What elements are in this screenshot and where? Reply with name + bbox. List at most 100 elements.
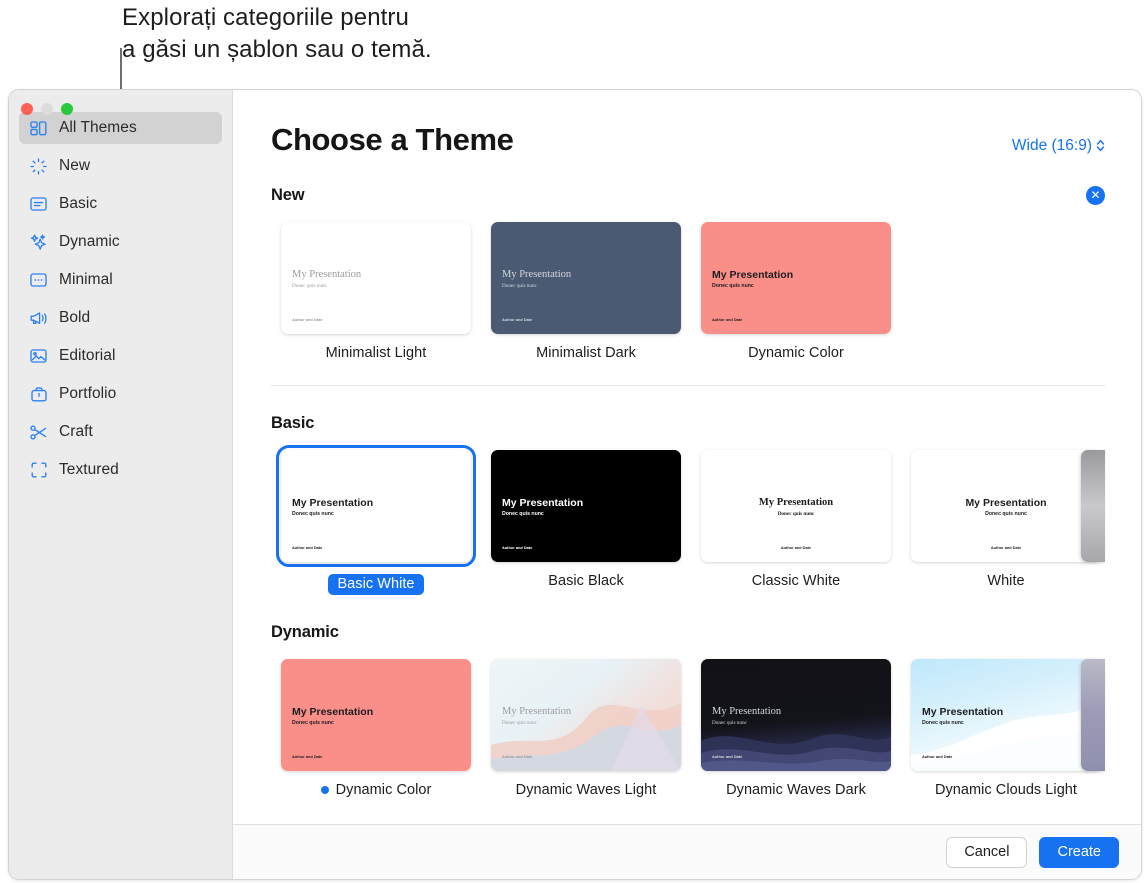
crop-frame-icon	[29, 461, 48, 480]
page-title: Choose a Theme	[271, 122, 514, 157]
section-header: Dynamic	[271, 621, 1105, 643]
megaphone-icon	[29, 309, 48, 328]
preview-subtitle: Donec quis nunc	[292, 283, 327, 289]
theme-thumbnail[interactable]: My Presentation Donec quis nunc Author and…	[491, 222, 681, 334]
rectangle-lines-icon	[29, 195, 48, 214]
theme-cell[interactable]: My Presentation Donec quis nunc Author and…	[481, 450, 691, 595]
theme-thumbnail[interactable]: My Presentation Donec quis nunc Author and…	[276, 445, 476, 567]
sidebar-item-editorial[interactable]: Editorial	[19, 340, 222, 372]
preview-footer: Author and Date	[990, 545, 1022, 550]
sidebar-item-craft[interactable]: Craft	[19, 416, 222, 448]
theme-scroll-area[interactable]: Choose a Theme Wide (16:9) New ✕ My Presen…	[233, 90, 1141, 824]
current-theme-dot-icon	[320, 786, 329, 794]
sidebar-item-portfolio[interactable]: Portfolio	[19, 378, 222, 410]
cancel-button[interactable]: Cancel	[946, 836, 1028, 868]
preview-subtitle: Donec quis nunc	[712, 283, 754, 289]
theme-preview: My Presentation Donec quis nunc Author and…	[911, 450, 1101, 562]
theme-preview: My Presentation Donec quis nunc Author and…	[701, 222, 891, 334]
sidebar-item-new[interactable]: New	[19, 150, 222, 182]
preview-footer: Author and Date	[292, 317, 323, 322]
close-window-button[interactable]	[21, 103, 33, 115]
theme-thumbnail[interactable]: My Presentation Donec quis nunc Author and…	[491, 450, 681, 562]
theme-cell[interactable]: My Presentation Donec quis nunc Author and…	[691, 450, 901, 595]
sidebar-item-label: Dynamic	[59, 233, 120, 250]
theme-cell[interactable]: My Presentation Donec quis nunc Author and…	[271, 445, 481, 595]
theme-thumbnail[interactable]: My Presentation Donec quis nunc Author and…	[911, 450, 1101, 562]
theme-cell[interactable]: My Presentation Donec quis nunc Author and…	[901, 659, 1111, 798]
theme-name-text: Dynamic Waves Light	[515, 782, 657, 798]
theme-name-text: Dynamic Color	[335, 782, 432, 798]
theme-thumbnail[interactable]: My Presentation Donec quis nunc Author and…	[281, 222, 471, 334]
content-header: Choose a Theme Wide (16:9)	[271, 90, 1141, 158]
preview-title: My Presentation	[758, 497, 834, 508]
theme-name-text: Minimalist Dark	[536, 345, 636, 361]
section-title: Dynamic	[271, 622, 339, 641]
sidebar-item-label: Craft	[59, 423, 93, 440]
theme-thumbnail[interactable]: My Presentation Donec quis nunc Author and…	[701, 222, 891, 334]
theme-browser: Choose a Theme Wide (16:9) New ✕ My Presen…	[233, 90, 1141, 879]
sidebar-item-all-themes[interactable]: All Themes	[19, 112, 222, 144]
clear-new-section-button[interactable]: ✕	[1086, 185, 1105, 205]
preview-title: My Presentation	[502, 497, 584, 509]
theme-thumbnail[interactable]: My Presentation Donec quis nunc Author and…	[491, 659, 681, 771]
theme-cell[interactable]: My Presentation Donec quis nunc Author and…	[271, 222, 481, 361]
preview-subtitle: Donec quis nunc	[292, 511, 334, 517]
dialog-footer: Cancel Create	[233, 824, 1141, 879]
preview-subtitle: Donec quis nunc	[922, 720, 964, 726]
sidebar-item-label: Portfolio	[59, 385, 117, 402]
sidebar-item-basic[interactable]: Basic	[19, 188, 222, 220]
sidebar-item-bold[interactable]: Bold	[19, 302, 222, 334]
briefcase-icon	[29, 385, 48, 404]
minimize-window-button[interactable]	[41, 103, 53, 115]
sidebar-item-minimal[interactable]: Minimal	[19, 264, 222, 296]
preview-footer: Author and Date	[292, 754, 323, 759]
category-sidebar: All Themes New Basic Dynamic Minimal Bold Edit…	[9, 90, 233, 879]
zoom-window-button[interactable]	[61, 103, 73, 115]
preview-title: My Presentation	[712, 269, 794, 281]
theme-name-text: Dynamic Color	[748, 345, 844, 361]
aspect-ratio-picker[interactable]: Wide (16:9)	[1012, 137, 1105, 155]
theme-chooser-window: All Themes New Basic Dynamic Minimal Bold Edit…	[8, 89, 1142, 880]
theme-thumbnail-partial[interactable]	[1081, 659, 1105, 771]
callout-line-2: a găsi un șablon sau o temă.	[122, 36, 432, 63]
theme-thumbnail[interactable]: My Presentation Donec quis nunc Author and…	[701, 659, 891, 771]
preview-footer: Author and Date	[502, 754, 533, 759]
theme-thumbnail[interactable]: My Presentation Donec quis nunc Author and…	[281, 659, 471, 771]
callout-annotation: Explorați categoriile pentru a găsi un ș…	[122, 2, 542, 66]
preview-subtitle: Donec quis nunc	[292, 720, 334, 726]
theme-section: New ✕ My Presentation Donec quis nunc Author…	[271, 184, 1141, 361]
theme-cell[interactable]: My Presentation Donec quis nunc Author and…	[481, 659, 691, 798]
close-icon: ✕	[1090, 188, 1101, 202]
preview-subtitle: Donec quis nunc	[502, 720, 537, 726]
theme-preview: My Presentation Donec quis nunc Author and…	[491, 450, 681, 562]
sidebar-item-dynamic[interactable]: Dynamic	[19, 226, 222, 258]
preview-title: My Presentation	[292, 497, 374, 509]
theme-preview: My Presentation Donec quis nunc Author and…	[281, 222, 471, 334]
window-traffic-lights	[21, 103, 73, 115]
sidebar-item-textured[interactable]: Textured	[19, 454, 222, 486]
preview-footer: Author and Date	[922, 754, 953, 759]
preview-subtitle: Donec quis nunc	[502, 283, 537, 289]
grid-icon	[29, 119, 48, 138]
sidebar-item-label: Bold	[59, 309, 91, 326]
theme-thumbnail[interactable]: My Presentation Donec quis nunc Author and…	[701, 450, 891, 562]
theme-name-text: Basic White	[337, 576, 415, 592]
create-button[interactable]: Create	[1039, 836, 1119, 868]
sidebar-item-label: Basic	[59, 195, 98, 212]
preview-subtitle: Donec quis nunc	[985, 511, 1027, 517]
theme-cell[interactable]: My Presentation Donec quis nunc Author and…	[901, 450, 1111, 595]
preview-title: My Presentation	[292, 269, 362, 280]
theme-name-text: Minimalist Light	[325, 345, 427, 361]
theme-cell[interactable]: My Presentation Donec quis nunc Author and…	[691, 222, 901, 361]
theme-name-label: Minimalist Light	[326, 345, 427, 361]
theme-cell[interactable]: My Presentation Donec quis nunc Author and…	[271, 659, 481, 798]
theme-thumbnail[interactable]: My Presentation Donec quis nunc Author and…	[911, 659, 1101, 771]
sidebar-item-label: All Themes	[59, 119, 137, 136]
preview-footer: Author and Date	[780, 545, 812, 550]
sidebar-item-label: Minimal	[59, 271, 113, 288]
theme-cell[interactable]: My Presentation Donec quis nunc Author and…	[481, 222, 691, 361]
theme-section: Basic My Presentation Donec quis nunc Autho…	[271, 412, 1141, 595]
theme-name-label: Minimalist Dark	[536, 345, 636, 361]
theme-thumbnail-partial[interactable]	[1081, 450, 1105, 562]
theme-cell[interactable]: My Presentation Donec quis nunc Author and…	[691, 659, 901, 798]
